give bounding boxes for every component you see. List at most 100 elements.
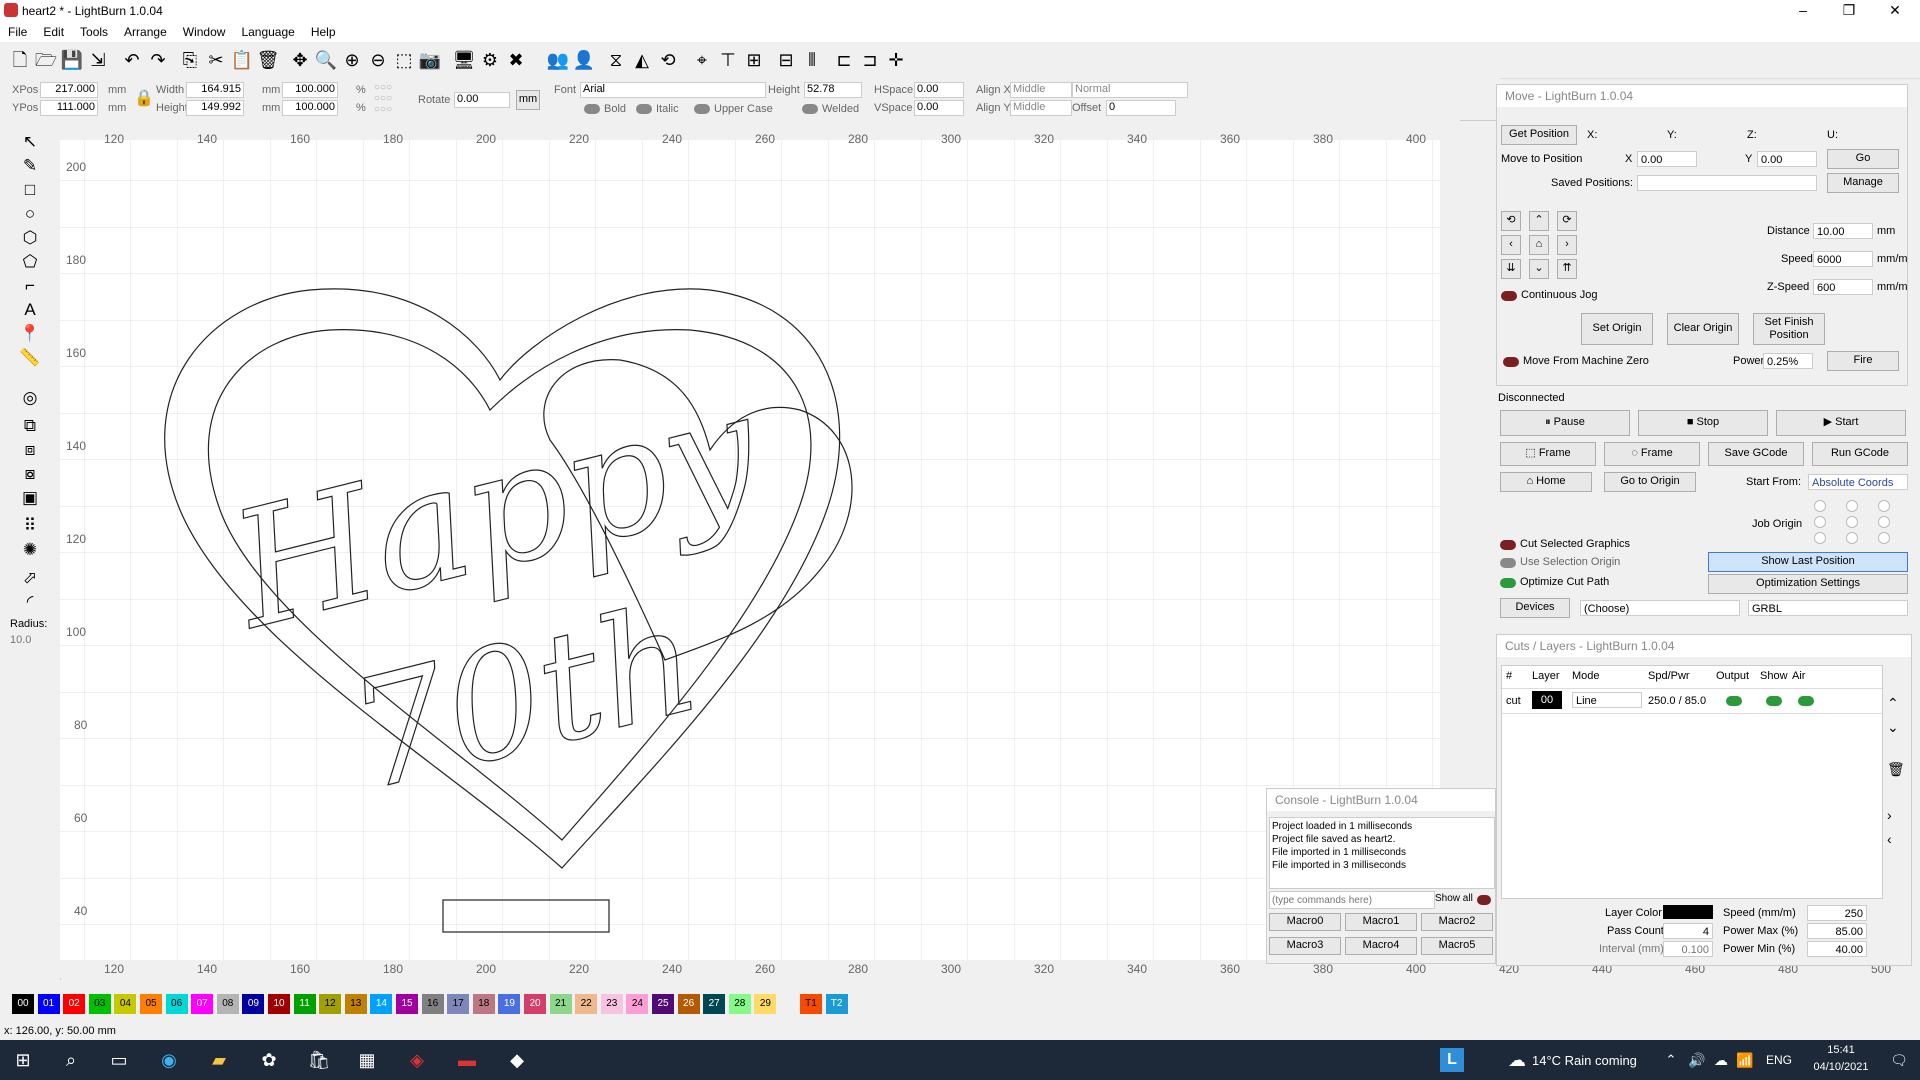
italic-toggle[interactable]	[636, 104, 652, 114]
anchor-grid-icon[interactable]: ○○○ ○○○ ○○○	[374, 82, 410, 116]
power-min-field[interactable]: 40.00	[1807, 941, 1867, 957]
job-origin-radio[interactable]	[1846, 532, 1858, 544]
move-layer-up-icon[interactable]: ⌃	[1887, 695, 1899, 712]
hspace-field[interactable]: 0.00	[914, 82, 964, 98]
palette-swatch[interactable]: 11	[293, 994, 316, 1014]
frame-round-button[interactable]: ◌ Frame	[1604, 442, 1700, 466]
task-view-icon[interactable]: ▭	[106, 1048, 132, 1072]
move-from-zero-toggle[interactable]	[1503, 357, 1519, 367]
jog-left-icon[interactable]: ‹	[1501, 235, 1521, 255]
grid-array-icon[interactable]: ⠿	[18, 516, 42, 536]
palette-swatch[interactable]: 01	[37, 994, 60, 1014]
macro1-button[interactable]: Macro1	[1345, 913, 1417, 931]
jog-down-icon[interactable]: ⌄	[1529, 259, 1549, 279]
palette-swatch[interactable]: 26	[677, 994, 700, 1014]
zoom-icon[interactable]: 🔍	[314, 48, 338, 72]
devices-button[interactable]: Devices	[1500, 598, 1570, 618]
redo-icon[interactable]: ↷	[146, 48, 170, 72]
job-origin-radio[interactable]	[1846, 500, 1858, 512]
edge-browser-icon[interactable]: ◉	[156, 1048, 182, 1072]
device-select[interactable]: (Choose)	[1580, 600, 1740, 616]
aligny-select[interactable]: Middle	[1010, 100, 1072, 116]
open-folder-icon[interactable]: 🗁	[34, 48, 58, 72]
get-position-button[interactable]: Get Position	[1501, 125, 1577, 145]
palette-swatch[interactable]: 21	[549, 994, 572, 1014]
gear-icon[interactable]: ⚙	[478, 48, 502, 72]
macro2-button[interactable]: Macro2	[1421, 913, 1493, 931]
go-to-origin-button[interactable]: Go to Origin	[1604, 472, 1696, 492]
console-command-input[interactable]	[1269, 891, 1435, 909]
font-select[interactable]: Arial	[580, 82, 766, 98]
jog-speed-field[interactable]: 6000	[1813, 251, 1873, 267]
minimize-button[interactable]: –	[1788, 2, 1818, 20]
layer-swatch[interactable]: 00	[1532, 691, 1562, 709]
tools-icon[interactable]: ✖	[504, 48, 528, 72]
language-indicator[interactable]: ENG	[1766, 1053, 1792, 1067]
frame-rect-button[interactable]: ⬚ Frame	[1500, 442, 1596, 466]
job-origin-radio[interactable]	[1878, 500, 1890, 512]
distance-field[interactable]: 10.00	[1813, 223, 1873, 239]
volume-icon[interactable]: 🔊	[1684, 1048, 1710, 1072]
rectangle-tool-icon[interactable]: □	[18, 180, 42, 200]
set-origin-button[interactable]: Set Origin	[1581, 313, 1653, 345]
jog-right-icon[interactable]: ›	[1557, 235, 1577, 255]
palette-swatch[interactable]: 12	[319, 994, 342, 1014]
vspace-field[interactable]: 0.00	[914, 100, 964, 116]
palette-swatch[interactable]: 06	[165, 994, 188, 1014]
flip-h-icon[interactable]: ⧖	[604, 48, 628, 72]
group-icon[interactable]: 👥	[546, 48, 570, 72]
palette-swatch[interactable]: 19	[498, 994, 521, 1014]
pen-tool-icon[interactable]: ✎	[18, 156, 42, 176]
ungroup-icon[interactable]: 👤	[572, 48, 596, 72]
select-tool-icon[interactable]: ↖	[18, 132, 42, 152]
audio-app-icon[interactable]: ▦	[354, 1048, 380, 1072]
zoom-frame-icon[interactable]: ⬚	[392, 48, 416, 72]
align-h-icon[interactable]: ⫴	[800, 48, 824, 72]
go-button[interactable]: Go	[1827, 149, 1899, 169]
rotate-icon[interactable]: ⟲	[656, 48, 680, 72]
mode-select[interactable]: Line	[1572, 692, 1642, 708]
notifications-icon[interactable]: 🗨	[1886, 1048, 1912, 1072]
onedrive-icon[interactable]: ☁	[1708, 1048, 1734, 1072]
palette-swatch[interactable]: 00	[12, 994, 34, 1014]
palette-swatch[interactable]: 24	[626, 994, 649, 1014]
lightburn-tray-icon[interactable]: L	[1440, 1048, 1464, 1072]
palette-swatch[interactable]: 02	[63, 994, 86, 1014]
menu-file[interactable]: File	[0, 22, 35, 42]
units-button[interactable]: mm	[516, 90, 540, 110]
lock-icon[interactable]: 🔒	[134, 88, 154, 108]
font-height-field[interactable]: 52.78	[804, 82, 862, 98]
jog-up-icon[interactable]: ⌃	[1529, 211, 1549, 231]
palette-swatch[interactable]: 25	[652, 994, 674, 1014]
jog-home-icon[interactable]: ⌂	[1529, 235, 1549, 255]
jog-z-up-icon[interactable]: ⇈	[1557, 259, 1577, 279]
controller-select[interactable]: GRBL	[1748, 600, 1908, 616]
target-icon[interactable]: ⌖	[690, 48, 714, 72]
optimize-cut-path-toggle[interactable]	[1500, 578, 1516, 588]
expand-right-icon[interactable]: ›	[1887, 807, 1892, 823]
palette-swatch[interactable]: 28	[728, 994, 751, 1014]
palette-swatch[interactable]: T1	[800, 994, 822, 1014]
space-v-icon[interactable]: ⊐	[858, 48, 882, 72]
palette-swatch[interactable]: 09	[242, 994, 265, 1014]
boolean-intersect-icon[interactable]: ⧇	[18, 464, 42, 484]
copy-icon[interactable]: ⎘	[178, 48, 202, 72]
palette-swatch[interactable]: 17	[447, 994, 470, 1014]
continuous-jog-toggle[interactable]	[1501, 291, 1517, 301]
menu-window[interactable]: Window	[175, 22, 234, 42]
palette-swatch[interactable]: 13	[344, 994, 367, 1014]
air-toggle[interactable]	[1798, 696, 1814, 706]
jog-z-down-icon[interactable]: ⇊	[1501, 259, 1521, 279]
job-origin-radio[interactable]	[1878, 532, 1890, 544]
clock-date[interactable]: 04/10/2021	[1808, 1061, 1874, 1073]
optimization-settings-button[interactable]: Optimization Settings	[1708, 574, 1908, 594]
edit-nodes-icon[interactable]: ⬀	[18, 568, 42, 588]
boolean-diff-icon[interactable]: ⧈	[18, 440, 42, 460]
show-all-toggle[interactable]	[1477, 895, 1491, 905]
palette-swatch[interactable]: 18	[472, 994, 495, 1014]
move-y-field[interactable]: 0.00	[1757, 151, 1817, 167]
ellipse-tool-icon[interactable]: ○	[18, 204, 42, 224]
output-toggle[interactable]	[1726, 696, 1742, 706]
speed-field[interactable]: 250	[1807, 905, 1867, 921]
monitor-icon[interactable]: 🖥	[452, 48, 476, 72]
